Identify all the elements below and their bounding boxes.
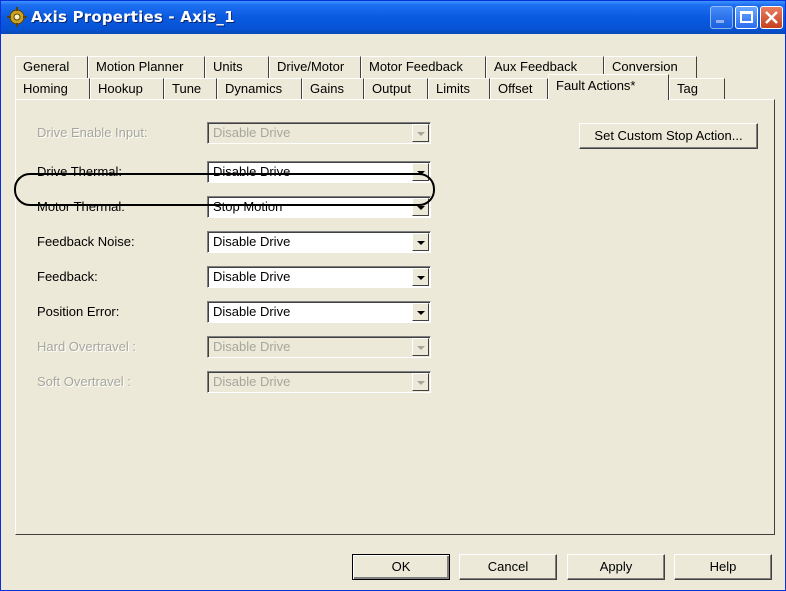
position-error-value: Disable Drive (213, 304, 291, 319)
position-error-label: Position Error: (37, 304, 120, 319)
close-button[interactable] (760, 6, 783, 29)
tab-homing[interactable]: Homing (15, 78, 90, 100)
fault-row-soft-overtravel: Soft Overtravel : Disable Drive (16, 371, 446, 393)
title-bar[interactable]: Axis Properties - Axis_1 (1, 1, 785, 34)
tab-fault-actions[interactable]: Fault Actions* (548, 74, 669, 100)
soft-overtravel-value: Disable Drive (213, 374, 291, 389)
dropdown-button[interactable] (412, 163, 429, 181)
drive-thermal-value: Disable Drive (213, 164, 291, 179)
dropdown-button (412, 124, 429, 142)
feedback-label: Feedback: (37, 269, 98, 284)
fault-row-drive-thermal: Drive Thermal: Disable Drive (16, 161, 446, 183)
chevron-down-icon (417, 381, 425, 385)
close-icon (765, 11, 778, 24)
fault-row-motor-thermal: Motor Thermal: Stop Motion (16, 196, 446, 218)
tab-limits[interactable]: Limits (428, 78, 490, 100)
feedback-select[interactable]: Disable Drive (207, 266, 431, 288)
dropdown-button (412, 373, 429, 391)
fault-row-position-error: Position Error: Disable Drive (16, 301, 446, 323)
feedback-noise-value: Disable Drive (213, 234, 291, 249)
chevron-down-icon (417, 346, 425, 350)
dropdown-button (412, 338, 429, 356)
ok-button[interactable]: OK (352, 554, 450, 580)
fault-row-drive-enable-input: Drive Enable Input: Disable Drive (16, 122, 446, 144)
hard-overtravel-value: Disable Drive (213, 339, 291, 354)
set-custom-stop-action-button[interactable]: Set Custom Stop Action... (579, 123, 758, 149)
fault-actions-panel: Drive Enable Input: Disable Drive Drive … (15, 99, 775, 535)
motor-thermal-label: Motor Thermal: (37, 199, 125, 214)
maximize-icon (740, 11, 753, 23)
window-title: Axis Properties - Axis_1 (31, 8, 235, 26)
maximize-button[interactable] (735, 6, 758, 29)
chevron-down-icon (417, 132, 425, 136)
minimize-icon (716, 20, 724, 23)
apply-button[interactable]: Apply (567, 554, 665, 580)
position-error-select[interactable]: Disable Drive (207, 301, 431, 323)
help-button[interactable]: Help (674, 554, 772, 580)
drive-enable-input-select: Disable Drive (207, 122, 431, 144)
chevron-down-icon (417, 171, 425, 175)
feedback-noise-select[interactable]: Disable Drive (207, 231, 431, 253)
chevron-down-icon (417, 241, 425, 245)
axis-properties-window: Axis Properties - Axis_1 General Motion … (0, 0, 786, 591)
minimize-button[interactable] (710, 6, 733, 29)
hard-overtravel-label: Hard Overtravel : (37, 339, 136, 354)
tab-offset[interactable]: Offset (490, 78, 548, 100)
feedback-value: Disable Drive (213, 269, 291, 284)
dropdown-button[interactable] (412, 198, 429, 216)
chevron-down-icon (417, 206, 425, 210)
drive-enable-input-value: Disable Drive (213, 125, 291, 140)
gear-icon (7, 7, 27, 27)
dropdown-button[interactable] (412, 268, 429, 286)
fault-row-hard-overtravel: Hard Overtravel : Disable Drive (16, 336, 446, 358)
soft-overtravel-select: Disable Drive (207, 371, 431, 393)
tab-tune[interactable]: Tune (164, 78, 217, 100)
tab-gains[interactable]: Gains (302, 78, 364, 100)
drive-thermal-label: Drive Thermal: (37, 164, 123, 179)
motor-thermal-value: Stop Motion (213, 199, 283, 214)
cancel-button[interactable]: Cancel (459, 554, 557, 580)
fault-row-feedback-noise: Feedback Noise: Disable Drive (16, 231, 446, 253)
chevron-down-icon (417, 276, 425, 280)
dropdown-button[interactable] (412, 303, 429, 321)
fault-row-feedback: Feedback: Disable Drive (16, 266, 446, 288)
tab-motion-planner[interactable]: Motion Planner (88, 56, 205, 78)
feedback-noise-label: Feedback Noise: (37, 234, 135, 249)
chevron-down-icon (417, 311, 425, 315)
drive-thermal-select[interactable]: Disable Drive (207, 161, 431, 183)
tab-dynamics[interactable]: Dynamics (217, 78, 302, 100)
tab-units[interactable]: Units (205, 56, 269, 78)
tab-output[interactable]: Output (364, 78, 428, 100)
tab-hookup[interactable]: Hookup (90, 78, 164, 100)
dropdown-button[interactable] (412, 233, 429, 251)
tab-general[interactable]: General (15, 56, 88, 78)
tab-motor-feedback[interactable]: Motor Feedback (361, 56, 486, 78)
motor-thermal-select[interactable]: Stop Motion (207, 196, 431, 218)
tab-tag[interactable]: Tag (669, 78, 725, 100)
soft-overtravel-label: Soft Overtravel : (37, 374, 131, 389)
hard-overtravel-select: Disable Drive (207, 336, 431, 358)
tab-row-2: Homing Hookup Tune Dynamics Gains Output… (15, 74, 725, 100)
drive-enable-input-label: Drive Enable Input: (37, 125, 148, 140)
tab-drive-motor[interactable]: Drive/Motor (269, 56, 361, 78)
